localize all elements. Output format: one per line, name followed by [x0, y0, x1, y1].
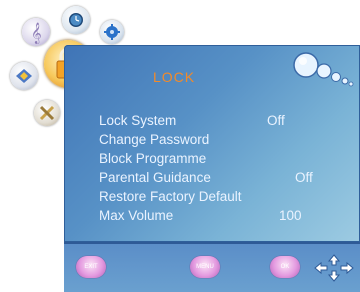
menu-footer: EXIT MENU OK: [64, 242, 360, 292]
clock-icon[interactable]: [62, 6, 90, 34]
menu-item-restore-factory-default[interactable]: Restore Factory Default: [99, 189, 339, 208]
exit-button[interactable]: EXIT: [76, 256, 106, 278]
menu-button[interactable]: MENU: [190, 256, 220, 278]
ok-button[interactable]: OK: [270, 256, 300, 278]
menu-item-parental-guidance[interactable]: Parental Guidance Off: [99, 170, 339, 189]
bubbles-icon: [293, 52, 354, 87]
tools-icon[interactable]: [34, 100, 60, 126]
menu-item-lock-system[interactable]: Lock System Off: [99, 113, 339, 132]
menu-item-value: Off: [295, 170, 313, 185]
page-title: LOCK: [152, 69, 196, 85]
svg-text:𝄞: 𝄞: [31, 23, 42, 44]
menu-item-block-programme[interactable]: Block Programme: [99, 151, 339, 170]
menu-item-label: Block Programme: [99, 151, 207, 166]
menu-item-label: Lock System: [99, 113, 177, 128]
menu-item-max-volume[interactable]: Max Volume 100: [99, 208, 339, 227]
picture-icon[interactable]: [10, 62, 38, 90]
menu-item-change-password[interactable]: Change Password: [99, 132, 339, 151]
menu-list: Lock System Off Change Password Block Pr…: [99, 113, 339, 227]
menu-body: LOCK Lock System Off Change Password Blo…: [64, 45, 360, 242]
menu-item-value: Off: [267, 113, 285, 128]
menu-item-value: 100: [279, 208, 302, 223]
menu-item-label: Parental Guidance: [99, 170, 211, 185]
menu-item-label: Restore Factory Default: [99, 189, 242, 204]
nav-arrows-icon[interactable]: [314, 254, 354, 282]
gear-icon[interactable]: [100, 20, 124, 44]
menu-item-label: Change Password: [99, 132, 210, 147]
lock-menu-panel: LOCK Lock System Off Change Password Blo…: [64, 45, 360, 292]
menu-item-label: Max Volume: [99, 208, 174, 223]
